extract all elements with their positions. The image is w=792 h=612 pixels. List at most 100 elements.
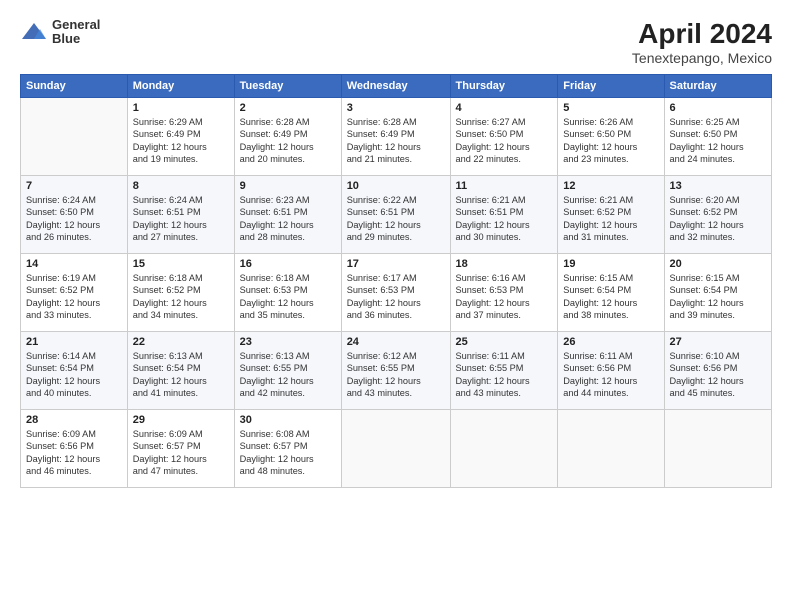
- calendar-cell: 28Sunrise: 6:09 AM Sunset: 6:56 PM Dayli…: [21, 410, 128, 488]
- day-info: Sunrise: 6:21 AM Sunset: 6:52 PM Dayligh…: [563, 194, 658, 244]
- day-info: Sunrise: 6:13 AM Sunset: 6:54 PM Dayligh…: [133, 350, 229, 400]
- day-number: 13: [670, 180, 766, 192]
- calendar-table: SundayMondayTuesdayWednesdayThursdayFrid…: [20, 74, 772, 488]
- day-number: 7: [26, 180, 122, 192]
- day-number: 24: [347, 336, 445, 348]
- calendar-cell: 3Sunrise: 6:28 AM Sunset: 6:49 PM Daylig…: [341, 98, 450, 176]
- day-number: 17: [347, 258, 445, 270]
- header-day-monday: Monday: [127, 75, 234, 98]
- calendar-cell: 26 Sunrise: 6:11 AM Sunset: 6:56 PM Dayli…: [558, 332, 664, 410]
- calendar-cell: 10 Sunrise: 6:22 AM Sunset: 6:51 PM Dayli…: [341, 176, 450, 254]
- day-info: Sunrise: 6:28 AM Sunset: 6:49 PM Dayligh…: [347, 116, 445, 166]
- header-day-sunday: Sunday: [21, 75, 128, 98]
- calendar-cell: 8 Sunrise: 6:24 AM Sunset: 6:51 PM Daylig…: [127, 176, 234, 254]
- calendar-cell: 27Sunrise: 6:10 AM Sunset: 6:56 PM Dayli…: [664, 332, 771, 410]
- day-info: Sunrise: 6:11 AM Sunset: 6:56 PM Dayligh…: [563, 350, 658, 400]
- day-info: Sunrise: 6:16 AM Sunset: 6:53 PM Dayligh…: [456, 272, 553, 322]
- calendar-cell: 19 Sunrise: 6:15 AM Sunset: 6:54 PM Dayli…: [558, 254, 664, 332]
- calendar-week-2: 7 Sunrise: 6:24 AM Sunset: 6:50 PM Daylig…: [21, 176, 772, 254]
- day-number: 20: [670, 258, 766, 270]
- day-info: Sunrise: 6:24 AM Sunset: 6:50 PM Dayligh…: [26, 194, 122, 244]
- logo: General Blue: [20, 18, 100, 47]
- day-info: Sunrise: 6:15 AM Sunset: 6:54 PM Dayligh…: [670, 272, 766, 322]
- day-number: 30: [240, 414, 336, 426]
- calendar-cell: 22 Sunrise: 6:13 AM Sunset: 6:54 PM Dayli…: [127, 332, 234, 410]
- calendar-cell: 2 Sunrise: 6:28 AM Sunset: 6:49 PM Daylig…: [234, 98, 341, 176]
- calendar-cell: 7 Sunrise: 6:24 AM Sunset: 6:50 PM Daylig…: [21, 176, 128, 254]
- day-info: Sunrise: 6:29 AM Sunset: 6:49 PM Dayligh…: [133, 116, 229, 166]
- calendar-week-3: 14Sunrise: 6:19 AM Sunset: 6:52 PM Dayli…: [21, 254, 772, 332]
- calendar-cell: 25Sunrise: 6:11 AM Sunset: 6:55 PM Dayli…: [450, 332, 558, 410]
- day-number: 10: [347, 180, 445, 192]
- day-info: Sunrise: 6:17 AM Sunset: 6:53 PM Dayligh…: [347, 272, 445, 322]
- calendar-cell: 23 Sunrise: 6:13 AM Sunset: 6:55 PM Dayli…: [234, 332, 341, 410]
- day-number: 1: [133, 102, 229, 114]
- calendar-cell: [450, 410, 558, 488]
- day-info: Sunrise: 6:24 AM Sunset: 6:51 PM Dayligh…: [133, 194, 229, 244]
- logo-text: General Blue: [52, 18, 100, 47]
- calendar-week-1: 1 Sunrise: 6:29 AM Sunset: 6:49 PM Daylig…: [21, 98, 772, 176]
- day-number: 11: [456, 180, 553, 192]
- day-info: Sunrise: 6:11 AM Sunset: 6:55 PM Dayligh…: [456, 350, 553, 400]
- day-number: 22: [133, 336, 229, 348]
- day-number: 2: [240, 102, 336, 114]
- day-number: 12: [563, 180, 658, 192]
- calendar-week-4: 21Sunrise: 6:14 AM Sunset: 6:54 PM Dayli…: [21, 332, 772, 410]
- calendar-cell: 9 Sunrise: 6:23 AM Sunset: 6:51 PM Daylig…: [234, 176, 341, 254]
- calendar-subtitle: Tenextepango, Mexico: [632, 50, 772, 66]
- day-info: Sunrise: 6:23 AM Sunset: 6:51 PM Dayligh…: [240, 194, 336, 244]
- day-info: Sunrise: 6:28 AM Sunset: 6:49 PM Dayligh…: [240, 116, 336, 166]
- day-number: 26: [563, 336, 658, 348]
- day-number: 6: [670, 102, 766, 114]
- calendar-cell: 12 Sunrise: 6:21 AM Sunset: 6:52 PM Dayli…: [558, 176, 664, 254]
- day-number: 4: [456, 102, 553, 114]
- day-number: 28: [26, 414, 122, 426]
- calendar-cell: 18 Sunrise: 6:16 AM Sunset: 6:53 PM Dayli…: [450, 254, 558, 332]
- day-number: 5: [563, 102, 658, 114]
- day-info: Sunrise: 6:19 AM Sunset: 6:52 PM Dayligh…: [26, 272, 122, 322]
- calendar-week-5: 28Sunrise: 6:09 AM Sunset: 6:56 PM Dayli…: [21, 410, 772, 488]
- day-info: Sunrise: 6:09 AM Sunset: 6:57 PM Dayligh…: [133, 428, 229, 478]
- day-info: Sunrise: 6:15 AM Sunset: 6:54 PM Dayligh…: [563, 272, 658, 322]
- calendar-title: April 2024: [632, 18, 772, 50]
- day-number: 23: [240, 336, 336, 348]
- header-day-friday: Friday: [558, 75, 664, 98]
- header-day-thursday: Thursday: [450, 75, 558, 98]
- calendar-cell: 11 Sunrise: 6:21 AM Sunset: 6:51 PM Dayli…: [450, 176, 558, 254]
- day-number: 19: [563, 258, 658, 270]
- page: General Blue April 2024 Tenextepango, Me…: [0, 0, 792, 612]
- day-info: Sunrise: 6:13 AM Sunset: 6:55 PM Dayligh…: [240, 350, 336, 400]
- calendar-cell: 29 Sunrise: 6:09 AM Sunset: 6:57 PM Dayli…: [127, 410, 234, 488]
- day-info: Sunrise: 6:20 AM Sunset: 6:52 PM Dayligh…: [670, 194, 766, 244]
- calendar-cell: 15Sunrise: 6:18 AM Sunset: 6:52 PM Dayli…: [127, 254, 234, 332]
- day-number: 29: [133, 414, 229, 426]
- day-number: 18: [456, 258, 553, 270]
- calendar-cell: 13 Sunrise: 6:20 AM Sunset: 6:52 PM Dayli…: [664, 176, 771, 254]
- day-info: Sunrise: 6:21 AM Sunset: 6:51 PM Dayligh…: [456, 194, 553, 244]
- day-number: 9: [240, 180, 336, 192]
- title-block: April 2024 Tenextepango, Mexico: [632, 18, 772, 66]
- calendar-cell: 17 Sunrise: 6:17 AM Sunset: 6:53 PM Dayli…: [341, 254, 450, 332]
- calendar-cell: [341, 410, 450, 488]
- day-number: 27: [670, 336, 766, 348]
- logo-line2: Blue: [52, 32, 100, 46]
- day-number: 16: [240, 258, 336, 270]
- day-number: 8: [133, 180, 229, 192]
- day-number: 15: [133, 258, 229, 270]
- logo-icon: [20, 21, 48, 43]
- day-info: Sunrise: 6:22 AM Sunset: 6:51 PM Dayligh…: [347, 194, 445, 244]
- day-number: 21: [26, 336, 122, 348]
- calendar-cell: 21Sunrise: 6:14 AM Sunset: 6:54 PM Dayli…: [21, 332, 128, 410]
- header-day-wednesday: Wednesday: [341, 75, 450, 98]
- day-info: Sunrise: 6:27 AM Sunset: 6:50 PM Dayligh…: [456, 116, 553, 166]
- header: General Blue April 2024 Tenextepango, Me…: [20, 18, 772, 66]
- calendar-cell: 16 Sunrise: 6:18 AM Sunset: 6:53 PM Dayli…: [234, 254, 341, 332]
- calendar-cell: [558, 410, 664, 488]
- header-day-saturday: Saturday: [664, 75, 771, 98]
- logo-line1: General: [52, 18, 100, 32]
- day-info: Sunrise: 6:18 AM Sunset: 6:53 PM Dayligh…: [240, 272, 336, 322]
- calendar-cell: 24Sunrise: 6:12 AM Sunset: 6:55 PM Dayli…: [341, 332, 450, 410]
- calendar-cell: 6 Sunrise: 6:25 AM Sunset: 6:50 PM Daylig…: [664, 98, 771, 176]
- day-info: Sunrise: 6:25 AM Sunset: 6:50 PM Dayligh…: [670, 116, 766, 166]
- calendar-cell: 14Sunrise: 6:19 AM Sunset: 6:52 PM Dayli…: [21, 254, 128, 332]
